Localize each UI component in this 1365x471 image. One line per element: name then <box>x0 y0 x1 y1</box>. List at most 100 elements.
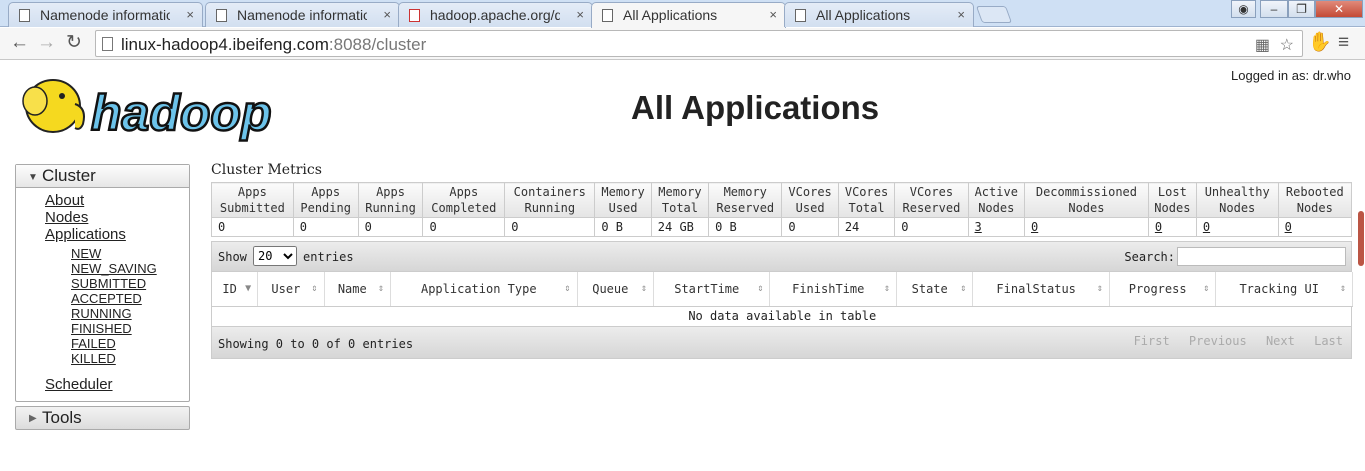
sort-icon: ⇕ <box>377 283 384 294</box>
browser-tab[interactable]: All Applications × <box>784 2 974 27</box>
sort-icon: ⇕ <box>883 283 890 294</box>
browser-tab[interactable]: hadoop.apache.org/doc × <box>398 2 593 27</box>
scrollbar-thumb[interactable] <box>1358 211 1364 266</box>
nav-applications-link[interactable]: Applications <box>45 226 189 243</box>
nav-scheduler-link[interactable]: Scheduler <box>45 376 189 393</box>
nav-about-link[interactable]: About <box>45 192 189 209</box>
new-tab-button[interactable] <box>975 6 1013 23</box>
metric-value-link[interactable]: 0 <box>1155 220 1162 234</box>
extension-icon[interactable]: ✋ <box>1308 33 1332 53</box>
tab-page-icon <box>216 9 227 22</box>
applications-header-row: ID ▼ User ⇕ Name ⇕ Application Type ⇕ Queue ⇕ Star… <box>212 272 1353 307</box>
entries-label: entries <box>303 250 354 264</box>
collapsed-triangle-icon: ▶ <box>29 413 37 424</box>
metric-header: Active Nodes <box>967 182 1025 218</box>
reload-icon[interactable]: ↻ <box>66 33 82 53</box>
applications-table-wrapper: Show 20 entries Search: ID ▼ User ⇕ Name ⇕ App… <box>211 241 1353 359</box>
pager-previous[interactable]: Previous <box>1189 334 1247 348</box>
nav-state-new[interactable]: NEW <box>71 246 189 261</box>
cluster-menu-header[interactable]: ▼ Cluster <box>16 165 189 188</box>
column-header-label: Tracking UI <box>1239 281 1319 296</box>
nav-state-accepted[interactable]: ACCEPTED <box>71 291 189 306</box>
metric-value-link[interactable]: 0 <box>1203 220 1210 234</box>
column-header-label: FinishTime <box>792 281 865 296</box>
metric-header: VCores Total <box>837 182 896 218</box>
column-header[interactable]: Progress ⇕ <box>1109 272 1217 307</box>
column-header[interactable]: Application Type ⇕ <box>390 272 578 307</box>
app-state-links: NEW NEW_SAVING SUBMITTED ACCEPTED RUNNIN… <box>45 246 189 366</box>
column-header[interactable]: User ⇕ <box>257 272 325 307</box>
bookmark-star-icon[interactable]: ☆ <box>1280 35 1294 55</box>
tab-close-icon[interactable]: × <box>186 7 194 22</box>
metric-value-link[interactable]: 3 <box>975 220 982 234</box>
column-header-label: Progress <box>1128 281 1187 296</box>
column-header[interactable]: FinalStatus ⇕ <box>972 272 1110 307</box>
metric-header: Apps Completed <box>422 182 506 218</box>
window-close-button[interactable]: ✕ <box>1315 0 1363 18</box>
search-label: Search: <box>1124 250 1175 264</box>
metric-value: 0 <box>364 220 372 234</box>
show-label: Show <box>218 250 247 264</box>
browser-tab[interactable]: All Applications × <box>591 2 786 28</box>
metric-header-line: Total <box>661 201 698 215</box>
browser-tab[interactable]: Namenode information × <box>205 2 400 27</box>
metric-header: Memory Reserved <box>708 182 783 218</box>
nav-nodes-link[interactable]: Nodes <box>45 209 189 226</box>
nav-state-running[interactable]: RUNNING <box>71 306 189 321</box>
nav-state-failed[interactable]: FAILED <box>71 336 189 351</box>
column-header-label: State <box>911 281 948 296</box>
url-text[interactable]: linux-hadoop4.ibeifeng.com:8088/cluster <box>121 35 426 55</box>
sort-icon: ⇕ <box>757 283 764 294</box>
column-header[interactable]: State ⇕ <box>896 272 974 307</box>
tools-menu-header[interactable]: ▶ Tools <box>15 406 190 430</box>
tab-close-icon[interactable]: × <box>957 7 965 22</box>
translate-icon[interactable]: ▦ <box>1255 35 1270 55</box>
page-scrollbar[interactable] <box>1357 61 1365 471</box>
column-header[interactable]: FinishTime ⇕ <box>769 272 897 307</box>
search-input[interactable] <box>1177 247 1346 266</box>
tab-close-icon[interactable]: × <box>383 7 391 22</box>
metric-header: Lost Nodes <box>1147 182 1197 218</box>
page-size-select[interactable]: 20 <box>253 246 297 266</box>
column-header[interactable]: Tracking UI ⇕ <box>1215 272 1353 307</box>
metric-header-line: Apps <box>311 185 341 199</box>
forward-icon[interactable]: → <box>37 33 56 53</box>
column-header-label: ID <box>222 281 237 296</box>
browser-tab[interactable]: Namenode information × <box>8 2 203 27</box>
minimize-button[interactable]: – <box>1260 0 1288 18</box>
metric-header-line: Lost <box>1157 185 1187 199</box>
column-header[interactable]: Queue ⇕ <box>577 272 655 307</box>
column-header[interactable]: ID ▼ <box>212 272 259 307</box>
metric-value-cell: 0 <box>1147 217 1197 237</box>
nav-state-finished[interactable]: FINISHED <box>71 321 189 336</box>
nav-state-submitted[interactable]: SUBMITTED <box>71 276 189 291</box>
page-title: All Applications <box>631 89 880 126</box>
expand-triangle-icon: ▼ <box>28 172 38 183</box>
menu-icon[interactable]: ≡ <box>1338 33 1349 53</box>
pager-first[interactable]: First <box>1134 334 1170 348</box>
column-header[interactable]: StartTime ⇕ <box>653 272 771 307</box>
nav-state-new-saving[interactable]: NEW_SAVING <box>71 261 189 276</box>
metric-header-line: Decommissioned <box>1035 185 1137 199</box>
sort-icon: ⇕ <box>311 283 318 294</box>
maximize-button[interactable]: ❐ <box>1288 0 1315 18</box>
table-controls: Show 20 entries Search: <box>212 242 1351 272</box>
metric-header: Apps Submitted <box>211 182 294 218</box>
metrics-value-row: 0 0 0 0 0 0 B 24 GB 0 B 0 24 0 3 0 0 0 0 <box>211 217 1353 237</box>
address-bar[interactable]: linux-hadoop4.ibeifeng.com:8088/cluster … <box>95 30 1303 57</box>
metric-value-link[interactable]: 0 <box>1031 220 1038 234</box>
tab-close-icon[interactable]: × <box>576 7 584 22</box>
metric-value-link[interactable]: 0 <box>1285 220 1292 234</box>
metric-value-cell: 0 <box>211 217 294 237</box>
metric-header-line: Used <box>608 201 638 215</box>
column-header[interactable]: Name ⇕ <box>324 272 391 307</box>
nav-state-killed[interactable]: KILLED <box>71 351 189 366</box>
tab-page-icon <box>795 9 806 22</box>
tab-close-icon[interactable]: × <box>769 7 777 22</box>
metric-value: 24 GB <box>657 220 694 234</box>
logged-in-label: Logged in as: dr.who <box>1231 68 1351 83</box>
pager-last[interactable]: Last <box>1314 334 1343 348</box>
user-profile-button[interactable]: ◉ <box>1231 0 1256 18</box>
pager-next[interactable]: Next <box>1266 334 1295 348</box>
back-icon[interactable]: ← <box>10 33 29 53</box>
